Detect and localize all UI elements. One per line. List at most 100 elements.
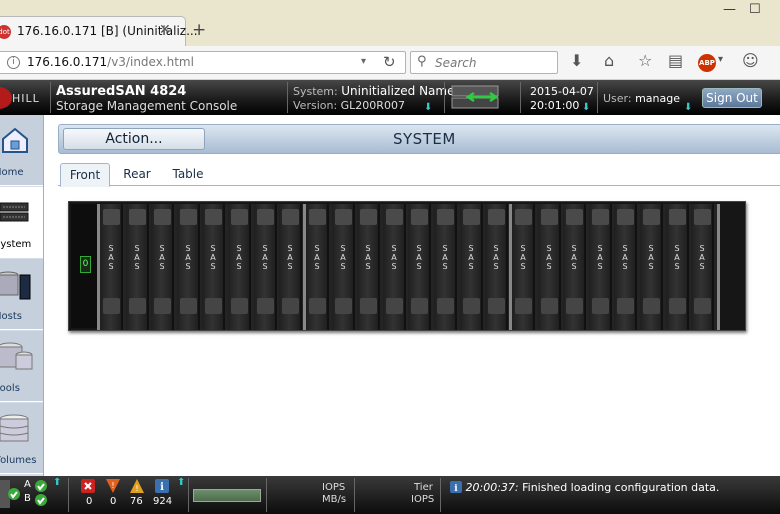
browser-tab[interactable]: dot 176.16.0.171 [B] (Uninitializ... ✕ bbox=[0, 16, 198, 46]
user-name: manage bbox=[635, 92, 681, 105]
drive-latch bbox=[437, 298, 454, 314]
disk-drive[interactable]: SAS bbox=[254, 204, 277, 330]
status-divider bbox=[266, 478, 267, 512]
adblock-icon[interactable]: ABP bbox=[698, 54, 716, 72]
drive-latch bbox=[360, 298, 377, 314]
tab-table[interactable]: Table bbox=[166, 163, 210, 187]
error-icon[interactable]: ! bbox=[106, 479, 120, 493]
action-button[interactable]: Action... bbox=[63, 128, 205, 150]
info-count: 924 bbox=[153, 496, 173, 507]
drive-latch bbox=[411, 298, 428, 314]
events-expand-icon[interactable]: ⬆ bbox=[177, 477, 185, 488]
reload-icon[interactable]: ↻ bbox=[383, 53, 396, 71]
disk-drive[interactable]: SAS bbox=[151, 204, 174, 330]
disk-drive[interactable]: SAS bbox=[666, 204, 689, 330]
console-subtitle: Storage Management Console bbox=[56, 99, 238, 113]
home-icon[interactable]: ⌂ bbox=[604, 51, 614, 70]
disk-drive[interactable]: SAS bbox=[306, 204, 329, 330]
header-divider bbox=[287, 82, 288, 113]
disk-drive[interactable]: SAS bbox=[640, 204, 663, 330]
drive-handle bbox=[566, 209, 583, 225]
disk-drive[interactable]: SAS bbox=[691, 204, 714, 330]
browser-nav-bar: i 176.16.0.171/v3/index.html ▾ ↻ ⚲ Searc… bbox=[0, 46, 780, 80]
disk-drive[interactable]: SAS bbox=[332, 204, 355, 330]
hello-chat-icon[interactable]: ☺ bbox=[742, 51, 759, 70]
message-text: Finished loading configuration data. bbox=[522, 481, 720, 494]
drive-latch bbox=[386, 298, 403, 314]
disk-drive[interactable]: SAS bbox=[357, 204, 380, 330]
sidebar-item-home[interactable]: Home bbox=[0, 115, 43, 186]
user-expand-icon[interactable]: ⬇ bbox=[684, 102, 692, 113]
user-label: User: bbox=[603, 92, 632, 105]
critical-icon[interactable] bbox=[81, 479, 95, 493]
maximize-icon[interactable]: ☐ bbox=[749, 2, 761, 17]
status-divider bbox=[188, 478, 189, 512]
minimize-icon[interactable]: — bbox=[723, 2, 736, 17]
info-icon[interactable]: i bbox=[155, 479, 169, 493]
reading-list-icon[interactable]: ▤ bbox=[668, 51, 683, 70]
sidebar-item-pools[interactable]: Pools bbox=[0, 331, 43, 402]
sidebar-item-volumes[interactable]: Volumes bbox=[0, 403, 43, 474]
drive-handle bbox=[643, 209, 660, 225]
disk-drive[interactable]: SAS bbox=[202, 204, 225, 330]
system-name-display[interactable]: System: Uninitialized Name bbox=[293, 84, 454, 98]
url-dropdown-icon[interactable]: ▾ bbox=[361, 56, 366, 67]
drive-handle bbox=[129, 209, 146, 225]
bookmark-star-icon[interactable]: ☆ bbox=[638, 51, 652, 70]
disk-drive[interactable]: SAS bbox=[177, 204, 200, 330]
activity-progress-bar[interactable] bbox=[193, 489, 261, 502]
search-input[interactable]: ⚲ Search bbox=[410, 51, 558, 74]
address-bar[interactable]: i 176.16.0.171/v3/index.html ▾ ↻ bbox=[0, 51, 406, 74]
drive-type-label: SAS bbox=[571, 244, 577, 271]
drive-type-label: SAS bbox=[468, 244, 474, 271]
disk-drive[interactable]: SAS bbox=[100, 204, 123, 330]
sidebar-item-system[interactable]: System bbox=[0, 187, 43, 258]
tab-rear[interactable]: Rear bbox=[116, 163, 158, 187]
disk-drive[interactable]: SAS bbox=[460, 204, 483, 330]
drive-type-label: SAS bbox=[287, 244, 293, 271]
system-expand-icon[interactable]: ⬇ bbox=[424, 102, 432, 113]
download-icon[interactable]: ⬇ bbox=[570, 51, 583, 70]
disk-drive[interactable]: SAS bbox=[614, 204, 637, 330]
disk-drive[interactable]: SAS bbox=[279, 204, 302, 330]
disk-drive[interactable]: SAS bbox=[512, 204, 535, 330]
drive-latch bbox=[643, 298, 660, 314]
drive-handle bbox=[205, 209, 222, 225]
drive-handle bbox=[360, 209, 377, 225]
drive-handle bbox=[592, 209, 609, 225]
new-tab-icon[interactable]: + bbox=[192, 20, 206, 40]
drive-handle bbox=[257, 209, 274, 225]
adblock-dropdown-icon[interactable]: ▾ bbox=[718, 54, 723, 65]
enclosure-front-view[interactable]: 0 SAS SAS SAS SAS SAS SAS SAS SAS SAS SAS SAS SAS SA… bbox=[68, 201, 746, 331]
drive-bank: SAS SAS SAS SAS SAS SAS SAS SAS bbox=[303, 204, 514, 330]
status-divider bbox=[440, 478, 441, 512]
volumes-icon bbox=[0, 414, 29, 442]
disk-drive[interactable]: SAS bbox=[563, 204, 586, 330]
version-label: Version: bbox=[293, 99, 338, 112]
sidebar-item-label: Pools bbox=[0, 383, 20, 394]
sidebar-item-hosts[interactable]: Hosts bbox=[0, 259, 43, 330]
tab-front[interactable]: Front bbox=[60, 163, 110, 187]
disk-drive[interactable]: SAS bbox=[589, 204, 612, 330]
disk-drive[interactable]: SAS bbox=[538, 204, 561, 330]
health-expand-icon[interactable]: ⬆ bbox=[53, 477, 61, 488]
sign-out-button[interactable]: Sign Out bbox=[702, 88, 762, 108]
disk-drive[interactable]: SAS bbox=[485, 204, 508, 330]
disk-drive[interactable]: SAS bbox=[408, 204, 431, 330]
controller-connection-icon[interactable] bbox=[450, 83, 506, 111]
drive-type-label: SAS bbox=[648, 244, 654, 271]
disk-drive[interactable]: SAS bbox=[434, 204, 457, 330]
disk-drive[interactable]: SAS bbox=[383, 204, 406, 330]
disk-drive[interactable]: SAS bbox=[126, 204, 149, 330]
drive-latch bbox=[309, 298, 326, 314]
drive-handle bbox=[463, 209, 480, 225]
drive-type-label: SAS bbox=[442, 244, 448, 271]
datetime-expand-icon[interactable]: ⬇ bbox=[582, 102, 590, 113]
warning-icon[interactable]: ! bbox=[130, 479, 144, 493]
search-icon: ⚲ bbox=[417, 54, 427, 69]
disk-drive[interactable]: SAS bbox=[228, 204, 251, 330]
tab-close-icon[interactable]: ✕ bbox=[159, 22, 171, 38]
drive-handle bbox=[386, 209, 403, 225]
site-info-icon[interactable]: i bbox=[7, 56, 20, 69]
status-message[interactable]: i 20:00:37: Finished loading configurati… bbox=[450, 481, 719, 494]
